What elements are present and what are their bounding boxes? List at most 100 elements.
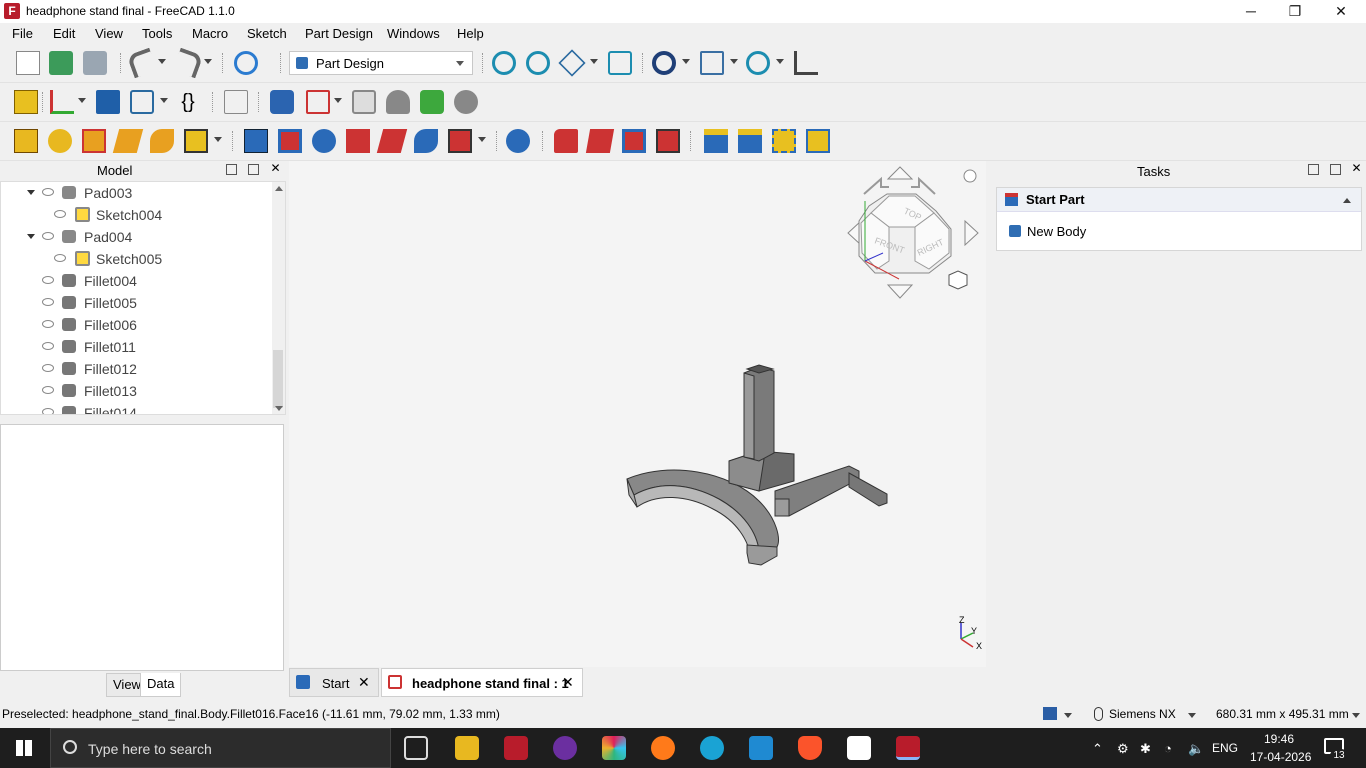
sketch-dropdown-icon[interactable] [334,98,342,103]
link-icon[interactable] [130,90,154,114]
freecad-active-icon[interactable] [896,736,920,760]
visibility-eye-icon[interactable] [54,210,66,218]
tree-item-fillet013[interactable]: Fillet013 [1,380,271,402]
refresh-icon[interactable] [234,51,258,75]
menu-tools[interactable]: Tools [142,26,172,41]
datum-dropdown-icon[interactable] [78,98,86,103]
clock-time[interactable]: 19:46 [1264,732,1294,746]
undo-dropdown-icon[interactable] [158,59,166,64]
tree-item-sketch004[interactable]: Sketch004 [1,204,271,226]
subtractive-pipe-icon[interactable] [376,129,408,153]
headphone-stand-model[interactable] [626,364,888,566]
create-body-icon[interactable] [270,90,294,114]
menu-edit[interactable]: Edit [53,26,75,41]
close-tab-icon[interactable]: ✕ [562,674,574,691]
boolean-icon[interactable] [506,129,530,153]
close-button[interactable]: ✕ [1318,0,1364,23]
slack-icon[interactable] [602,736,626,760]
mirrored-icon[interactable] [704,129,728,153]
revolution-icon[interactable] [48,129,72,153]
groove-icon[interactable] [312,129,336,153]
link-dropdown-icon[interactable] [160,98,168,103]
menu-sketch[interactable]: Sketch [247,26,287,41]
vscode-icon[interactable] [749,736,773,760]
additive-loft-icon[interactable] [82,129,106,153]
3d-viewport[interactable]: TOP FRONT RIGHT Z Y X [289,161,986,667]
start-part-header[interactable]: Start Part [997,188,1361,212]
tab-start[interactable]: Start ✕ [289,668,379,697]
firefox-icon[interactable] [651,736,675,760]
chevron-down-icon[interactable] [1352,713,1360,718]
freecad-taskbar-icon[interactable] [504,736,528,760]
clock-date[interactable]: 17-04-2026 [1250,750,1311,764]
rotate-up-icon[interactable] [886,166,914,180]
collapse-icon[interactable] [1343,198,1351,203]
menu-view[interactable]: View [95,26,123,41]
draw-style-icon[interactable] [652,51,676,75]
volume-icon[interactable]: 🔈 [1188,741,1204,757]
draw-style-dropdown-icon[interactable] [682,59,690,64]
additive-primitive-dropdown-icon[interactable] [214,137,222,142]
brave-icon[interactable] [798,736,822,760]
pocket-icon[interactable] [244,129,268,153]
polar-pattern-icon[interactable] [772,129,796,153]
visibility-eye-icon[interactable] [42,386,54,394]
measure-zoom-icon[interactable] [746,51,770,75]
navigation-style[interactable]: Siemens NX [1109,707,1176,721]
float-panel-icon[interactable] [226,164,237,175]
draft-icon[interactable] [622,129,646,153]
validate-sketch-icon[interactable] [352,90,376,114]
minimize-button[interactable]: ─ [1228,0,1274,23]
linear-pattern-icon[interactable] [738,129,762,153]
tree-item-fillet005[interactable]: Fillet005 [1,292,271,314]
edge-icon[interactable] [700,736,724,760]
additive-pipe-icon[interactable] [112,129,144,153]
close-panel-icon[interactable]: ✕ [1351,162,1362,175]
standard-views-dropdown-icon[interactable] [590,59,598,64]
hole-icon[interactable] [278,129,302,153]
view-dropdown-icon[interactable] [730,59,738,64]
float-panel-icon[interactable] [1308,164,1319,175]
save-icon[interactable] [83,51,107,75]
chevron-up-icon[interactable]: ⌃ [1092,741,1103,757]
thickness-icon[interactable] [656,129,680,153]
task-view-icon[interactable] [404,736,428,760]
multitransform-icon[interactable] [806,129,830,153]
property-view[interactable] [0,424,284,671]
windows-start-icon[interactable] [16,740,32,756]
group-folder-icon[interactable] [96,90,120,114]
chamfer-icon[interactable] [585,129,615,153]
visibility-eye-icon[interactable] [42,232,54,240]
part-icon[interactable] [14,90,38,114]
menu-help[interactable]: Help [457,26,484,41]
restore-button[interactable]: ❐ [1272,0,1318,23]
visibility-eye-icon[interactable] [54,254,66,262]
scroll-thumb[interactable] [273,350,283,408]
rotate-right-icon[interactable] [964,219,979,247]
measure-dropdown-icon[interactable] [776,59,784,64]
expand-arrow-icon[interactable] [27,190,35,195]
file-explorer-icon[interactable] [455,736,479,760]
fit-all-icon[interactable] [492,51,516,75]
visibility-eye-icon[interactable] [42,276,54,284]
subtractive-box-icon[interactable] [448,129,472,153]
menu-macro[interactable]: Macro [192,26,228,41]
redo-dropdown-icon[interactable] [204,59,212,64]
menu-file[interactable]: File [12,26,33,41]
tree-item-fillet006[interactable]: Fillet006 [1,314,271,336]
navigation-cube[interactable]: TOP FRONT RIGHT [847,166,979,299]
rotate-down-icon[interactable] [886,284,914,299]
dock-panel-icon[interactable] [1330,164,1341,175]
tree-item-pad004[interactable]: Pad004 [1,226,271,248]
view-box-zoom-icon[interactable] [608,51,632,75]
measure-icon[interactable] [794,51,818,75]
subtractive-loft-icon[interactable] [346,129,370,153]
menu-windows[interactable]: Windows [387,26,440,41]
new-body-item[interactable]: New Body [1005,224,1255,244]
tab-data[interactable]: Data [140,673,182,697]
app-window-icon[interactable] [847,736,871,760]
create-sketch-icon[interactable] [306,90,330,114]
shape-binder-icon[interactable] [386,90,410,114]
additive-helix-icon[interactable] [150,129,174,153]
undo-icon[interactable] [126,47,158,79]
